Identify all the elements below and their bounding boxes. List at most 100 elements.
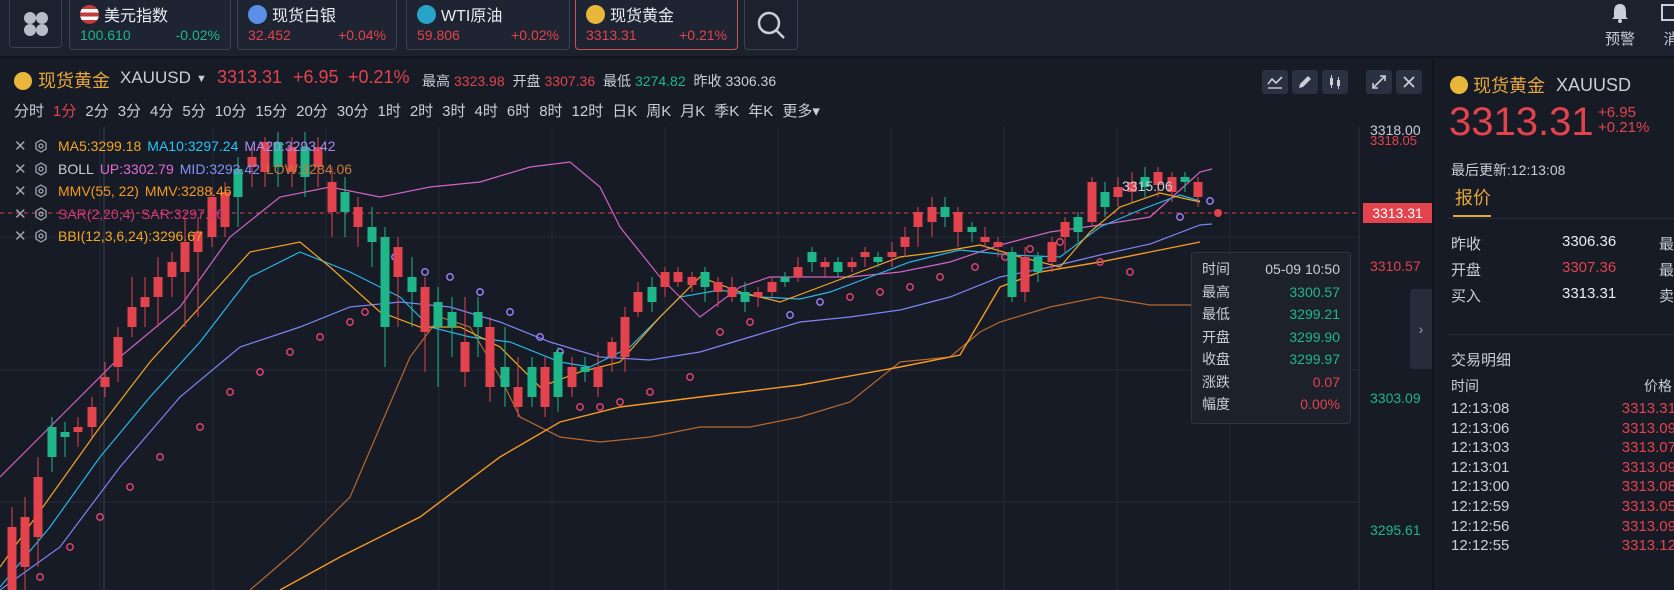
remove-indicator-icon[interactable]: ✕ bbox=[14, 227, 30, 245]
ticker-change: +0.02% bbox=[511, 27, 559, 43]
period-option[interactable]: 20分 bbox=[296, 100, 328, 122]
tooltip-key: 时间 bbox=[1202, 261, 1230, 278]
search-button[interactable] bbox=[744, 0, 798, 50]
alert-button[interactable]: 预警 bbox=[1605, 2, 1635, 49]
period-option[interactable]: 季K bbox=[714, 100, 739, 122]
candle-body bbox=[793, 267, 803, 277]
candle-type-button[interactable] bbox=[1322, 70, 1348, 94]
sar-dot bbox=[646, 388, 654, 396]
indicator-button[interactable] bbox=[1262, 70, 1288, 94]
candle-body bbox=[633, 292, 643, 312]
period-option[interactable]: 4时 bbox=[475, 100, 498, 122]
period-option[interactable]: 3分 bbox=[118, 100, 141, 122]
candle-body bbox=[380, 237, 390, 327]
collapse-panel-button[interactable]: › bbox=[1410, 289, 1432, 369]
ticker-wti-oil[interactable]: WTI原油 59.806 +0.02% bbox=[406, 0, 570, 50]
candle-body bbox=[567, 367, 577, 387]
period-option[interactable]: 30分 bbox=[337, 100, 369, 122]
indicator-row: ✕ SAR(2,20,4) SAR:3297.30 bbox=[14, 203, 358, 226]
candle-body bbox=[940, 207, 950, 217]
candle-body bbox=[1047, 242, 1057, 262]
divider bbox=[1448, 218, 1674, 219]
tooltip-value: 3299.97 bbox=[1289, 351, 1340, 368]
close-chart-button[interactable] bbox=[1396, 70, 1422, 94]
candle-body bbox=[873, 257, 883, 262]
current-price-tag: 3313.31 bbox=[1363, 203, 1432, 223]
period-option[interactable]: 4分 bbox=[150, 100, 173, 122]
trade-time: 12:13:06 bbox=[1451, 419, 1510, 437]
settings-icon[interactable] bbox=[30, 139, 58, 154]
draw-button[interactable] bbox=[1292, 70, 1318, 94]
remove-indicator-icon[interactable]: ✕ bbox=[14, 160, 30, 178]
us-flag-icon bbox=[80, 4, 99, 24]
period-option[interactable]: 更多▾ bbox=[782, 100, 820, 122]
candle-body bbox=[473, 312, 483, 327]
candle-body bbox=[807, 252, 817, 262]
settings-icon[interactable] bbox=[30, 206, 58, 221]
period-option[interactable]: 1分 bbox=[53, 100, 76, 122]
period-option[interactable]: 3时 bbox=[442, 100, 465, 122]
candle-body bbox=[47, 427, 57, 457]
period-option[interactable]: 12时 bbox=[572, 100, 604, 122]
period-option[interactable]: 10分 bbox=[215, 100, 247, 122]
tab-quote[interactable]: 报价 bbox=[1455, 184, 1491, 210]
period-option[interactable]: 8时 bbox=[539, 100, 562, 122]
candle-body bbox=[607, 342, 617, 357]
alert-label: 预警 bbox=[1605, 31, 1636, 48]
period-option[interactable]: 5分 bbox=[182, 100, 205, 122]
sar-dot bbox=[846, 293, 854, 301]
trades-col-time: 时间 bbox=[1451, 378, 1479, 394]
ticker-gold[interactable]: 现货黄金 3313.31 +0.21% bbox=[575, 0, 738, 50]
expand-button[interactable] bbox=[1366, 70, 1392, 94]
period-option[interactable]: 15分 bbox=[255, 100, 287, 122]
period-option[interactable]: 1时 bbox=[377, 100, 400, 122]
message-button[interactable]: 消 bbox=[1660, 2, 1674, 49]
tooltip-value: 3300.57 bbox=[1289, 283, 1340, 300]
period-option[interactable]: 月K bbox=[680, 100, 705, 122]
ticker-name: WTI原油 bbox=[441, 8, 503, 25]
indicator-value: BOLL bbox=[58, 160, 94, 177]
sar-dot bbox=[286, 348, 294, 356]
settings-icon[interactable] bbox=[30, 184, 58, 199]
remove-indicator-icon[interactable]: ✕ bbox=[14, 182, 30, 200]
caret-down-icon[interactable]: ▼ bbox=[196, 73, 207, 85]
period-option[interactable]: 2时 bbox=[410, 100, 433, 122]
period-option[interactable]: 6时 bbox=[507, 100, 530, 122]
ticker-change: -0.02% bbox=[175, 27, 220, 43]
tooltip-key: 收盘 bbox=[1202, 351, 1230, 368]
quote-label: 昨收 bbox=[1451, 236, 1482, 253]
remove-indicator-icon[interactable]: ✕ bbox=[14, 205, 30, 223]
symbol-code[interactable]: XAUUSD bbox=[120, 68, 191, 88]
settings-icon[interactable] bbox=[30, 161, 58, 176]
app-menu-button[interactable] bbox=[9, 0, 62, 48]
divider bbox=[1448, 334, 1674, 335]
candle-body bbox=[7, 527, 17, 590]
indicator-legend: ✕ MA5:3299.18 MA10:3297.24 MA20:3293.42 ✕ BOL… bbox=[14, 135, 358, 248]
tooltip-row: 收盘 3299.97 bbox=[1202, 348, 1340, 371]
candle-body bbox=[993, 242, 1003, 247]
ticker-silver[interactable]: 现货白银 32.452 +0.04% bbox=[237, 0, 397, 50]
period-option[interactable]: 2分 bbox=[85, 100, 108, 122]
pencil-icon bbox=[1299, 76, 1311, 88]
sar-dot bbox=[66, 543, 74, 551]
sar-dot bbox=[971, 263, 979, 271]
trade-time: 12:13:01 bbox=[1451, 458, 1510, 476]
high-label: 最高 bbox=[422, 73, 450, 89]
candle-body bbox=[527, 367, 537, 397]
remove-indicator-icon[interactable]: ✕ bbox=[14, 137, 30, 155]
settings-icon[interactable] bbox=[30, 229, 58, 244]
period-option[interactable]: 年K bbox=[748, 100, 773, 122]
period-option[interactable]: 周K bbox=[646, 100, 671, 122]
ticker-usd-index[interactable]: 美元指数 100.610 -0.02% bbox=[69, 0, 231, 50]
candle-body bbox=[1060, 222, 1070, 237]
candle-body bbox=[647, 287, 657, 302]
candle-body bbox=[780, 277, 790, 282]
period-option[interactable]: 分时 bbox=[14, 100, 44, 122]
candle-body bbox=[740, 292, 750, 302]
period-option[interactable]: 日K bbox=[612, 100, 637, 122]
indicator-value: SAR(2,20,4) bbox=[58, 205, 136, 222]
candle-body bbox=[673, 272, 683, 282]
price-axis-label: 3310.57 bbox=[1370, 258, 1421, 274]
candle-body bbox=[447, 312, 457, 327]
tooltip-row: 时间 05-09 10:50 bbox=[1202, 258, 1340, 281]
